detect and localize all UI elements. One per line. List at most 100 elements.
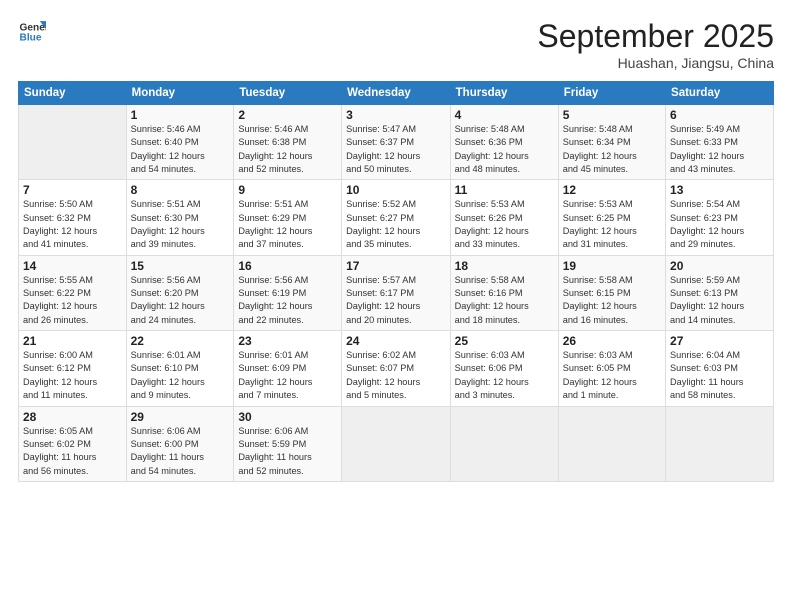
table-row: 27Sunrise: 6:04 AM Sunset: 6:03 PM Dayli… <box>666 331 774 406</box>
day-info: Sunrise: 5:46 AM Sunset: 6:40 PM Dayligh… <box>131 123 230 176</box>
day-info: Sunrise: 5:57 AM Sunset: 6:17 PM Dayligh… <box>346 274 446 327</box>
day-number: 26 <box>563 334 661 348</box>
day-info: Sunrise: 5:49 AM Sunset: 6:33 PM Dayligh… <box>670 123 769 176</box>
col-wednesday: Wednesday <box>342 82 451 105</box>
col-friday: Friday <box>558 82 665 105</box>
header-row: Sunday Monday Tuesday Wednesday Thursday… <box>19 82 774 105</box>
day-number: 4 <box>455 108 554 122</box>
table-row: 30Sunrise: 6:06 AM Sunset: 5:59 PM Dayli… <box>234 406 342 481</box>
day-info: Sunrise: 5:51 AM Sunset: 6:30 PM Dayligh… <box>131 198 230 251</box>
col-sunday: Sunday <box>19 82 127 105</box>
day-info: Sunrise: 5:48 AM Sunset: 6:36 PM Dayligh… <box>455 123 554 176</box>
table-row: 21Sunrise: 6:00 AM Sunset: 6:12 PM Dayli… <box>19 331 127 406</box>
day-number: 13 <box>670 183 769 197</box>
day-number: 20 <box>670 259 769 273</box>
day-info: Sunrise: 5:47 AM Sunset: 6:37 PM Dayligh… <box>346 123 446 176</box>
day-info: Sunrise: 5:52 AM Sunset: 6:27 PM Dayligh… <box>346 198 446 251</box>
day-number: 11 <box>455 183 554 197</box>
day-info: Sunrise: 5:46 AM Sunset: 6:38 PM Dayligh… <box>238 123 337 176</box>
day-number: 10 <box>346 183 446 197</box>
table-row: 11Sunrise: 5:53 AM Sunset: 6:26 PM Dayli… <box>450 180 558 255</box>
day-info: Sunrise: 6:01 AM Sunset: 6:09 PM Dayligh… <box>238 349 337 402</box>
calendar-week-row: 7Sunrise: 5:50 AM Sunset: 6:32 PM Daylig… <box>19 180 774 255</box>
table-row: 9Sunrise: 5:51 AM Sunset: 6:29 PM Daylig… <box>234 180 342 255</box>
col-saturday: Saturday <box>666 82 774 105</box>
day-number: 23 <box>238 334 337 348</box>
day-number: 17 <box>346 259 446 273</box>
day-number: 22 <box>131 334 230 348</box>
table-row: 22Sunrise: 6:01 AM Sunset: 6:10 PM Dayli… <box>126 331 234 406</box>
day-info: Sunrise: 5:55 AM Sunset: 6:22 PM Dayligh… <box>23 274 122 327</box>
day-info: Sunrise: 6:06 AM Sunset: 5:59 PM Dayligh… <box>238 425 337 478</box>
day-number: 25 <box>455 334 554 348</box>
day-number: 2 <box>238 108 337 122</box>
table-row: 19Sunrise: 5:58 AM Sunset: 6:15 PM Dayli… <box>558 255 665 330</box>
table-row: 20Sunrise: 5:59 AM Sunset: 6:13 PM Dayli… <box>666 255 774 330</box>
day-number: 28 <box>23 410 122 424</box>
day-info: Sunrise: 6:01 AM Sunset: 6:10 PM Dayligh… <box>131 349 230 402</box>
page-header: General Blue September 2025 Huashan, Jia… <box>18 18 774 71</box>
table-row: 5Sunrise: 5:48 AM Sunset: 6:34 PM Daylig… <box>558 105 665 180</box>
table-row: 3Sunrise: 5:47 AM Sunset: 6:37 PM Daylig… <box>342 105 451 180</box>
table-row: 17Sunrise: 5:57 AM Sunset: 6:17 PM Dayli… <box>342 255 451 330</box>
title-block: September 2025 Huashan, Jiangsu, China <box>537 18 774 71</box>
table-row: 28Sunrise: 6:05 AM Sunset: 6:02 PM Dayli… <box>19 406 127 481</box>
table-row: 4Sunrise: 5:48 AM Sunset: 6:36 PM Daylig… <box>450 105 558 180</box>
day-number: 5 <box>563 108 661 122</box>
day-info: Sunrise: 5:54 AM Sunset: 6:23 PM Dayligh… <box>670 198 769 251</box>
table-row: 18Sunrise: 5:58 AM Sunset: 6:16 PM Dayli… <box>450 255 558 330</box>
day-info: Sunrise: 5:56 AM Sunset: 6:20 PM Dayligh… <box>131 274 230 327</box>
day-number: 24 <box>346 334 446 348</box>
calendar-week-row: 1Sunrise: 5:46 AM Sunset: 6:40 PM Daylig… <box>19 105 774 180</box>
calendar-week-row: 14Sunrise: 5:55 AM Sunset: 6:22 PM Dayli… <box>19 255 774 330</box>
day-info: Sunrise: 5:59 AM Sunset: 6:13 PM Dayligh… <box>670 274 769 327</box>
day-info: Sunrise: 5:53 AM Sunset: 6:26 PM Dayligh… <box>455 198 554 251</box>
table-row: 10Sunrise: 5:52 AM Sunset: 6:27 PM Dayli… <box>342 180 451 255</box>
table-row <box>558 406 665 481</box>
col-monday: Monday <box>126 82 234 105</box>
day-info: Sunrise: 5:50 AM Sunset: 6:32 PM Dayligh… <box>23 198 122 251</box>
table-row: 13Sunrise: 5:54 AM Sunset: 6:23 PM Dayli… <box>666 180 774 255</box>
table-row: 7Sunrise: 5:50 AM Sunset: 6:32 PM Daylig… <box>19 180 127 255</box>
location: Huashan, Jiangsu, China <box>537 55 774 71</box>
table-row <box>450 406 558 481</box>
day-number: 6 <box>670 108 769 122</box>
day-number: 12 <box>563 183 661 197</box>
table-row: 1Sunrise: 5:46 AM Sunset: 6:40 PM Daylig… <box>126 105 234 180</box>
day-info: Sunrise: 6:03 AM Sunset: 6:05 PM Dayligh… <box>563 349 661 402</box>
day-info: Sunrise: 6:06 AM Sunset: 6:00 PM Dayligh… <box>131 425 230 478</box>
day-info: Sunrise: 6:04 AM Sunset: 6:03 PM Dayligh… <box>670 349 769 402</box>
table-row: 26Sunrise: 6:03 AM Sunset: 6:05 PM Dayli… <box>558 331 665 406</box>
day-number: 18 <box>455 259 554 273</box>
month-title: September 2025 <box>537 18 774 55</box>
day-number: 14 <box>23 259 122 273</box>
day-info: Sunrise: 5:56 AM Sunset: 6:19 PM Dayligh… <box>238 274 337 327</box>
table-row <box>666 406 774 481</box>
table-row <box>342 406 451 481</box>
day-info: Sunrise: 5:53 AM Sunset: 6:25 PM Dayligh… <box>563 198 661 251</box>
day-info: Sunrise: 6:00 AM Sunset: 6:12 PM Dayligh… <box>23 349 122 402</box>
logo: General Blue <box>18 18 50 46</box>
table-row: 8Sunrise: 5:51 AM Sunset: 6:30 PM Daylig… <box>126 180 234 255</box>
table-row <box>19 105 127 180</box>
logo-icon: General Blue <box>18 18 46 46</box>
day-number: 3 <box>346 108 446 122</box>
calendar-table: Sunday Monday Tuesday Wednesday Thursday… <box>18 81 774 482</box>
table-row: 15Sunrise: 5:56 AM Sunset: 6:20 PM Dayli… <box>126 255 234 330</box>
col-tuesday: Tuesday <box>234 82 342 105</box>
table-row: 23Sunrise: 6:01 AM Sunset: 6:09 PM Dayli… <box>234 331 342 406</box>
day-info: Sunrise: 6:05 AM Sunset: 6:02 PM Dayligh… <box>23 425 122 478</box>
col-thursday: Thursday <box>450 82 558 105</box>
day-number: 30 <box>238 410 337 424</box>
table-row: 16Sunrise: 5:56 AM Sunset: 6:19 PM Dayli… <box>234 255 342 330</box>
day-number: 15 <box>131 259 230 273</box>
day-number: 8 <box>131 183 230 197</box>
day-info: Sunrise: 5:58 AM Sunset: 6:16 PM Dayligh… <box>455 274 554 327</box>
day-number: 21 <box>23 334 122 348</box>
table-row: 24Sunrise: 6:02 AM Sunset: 6:07 PM Dayli… <box>342 331 451 406</box>
day-info: Sunrise: 6:03 AM Sunset: 6:06 PM Dayligh… <box>455 349 554 402</box>
table-row: 29Sunrise: 6:06 AM Sunset: 6:00 PM Dayli… <box>126 406 234 481</box>
calendar-week-row: 21Sunrise: 6:00 AM Sunset: 6:12 PM Dayli… <box>19 331 774 406</box>
table-row: 6Sunrise: 5:49 AM Sunset: 6:33 PM Daylig… <box>666 105 774 180</box>
day-number: 19 <box>563 259 661 273</box>
